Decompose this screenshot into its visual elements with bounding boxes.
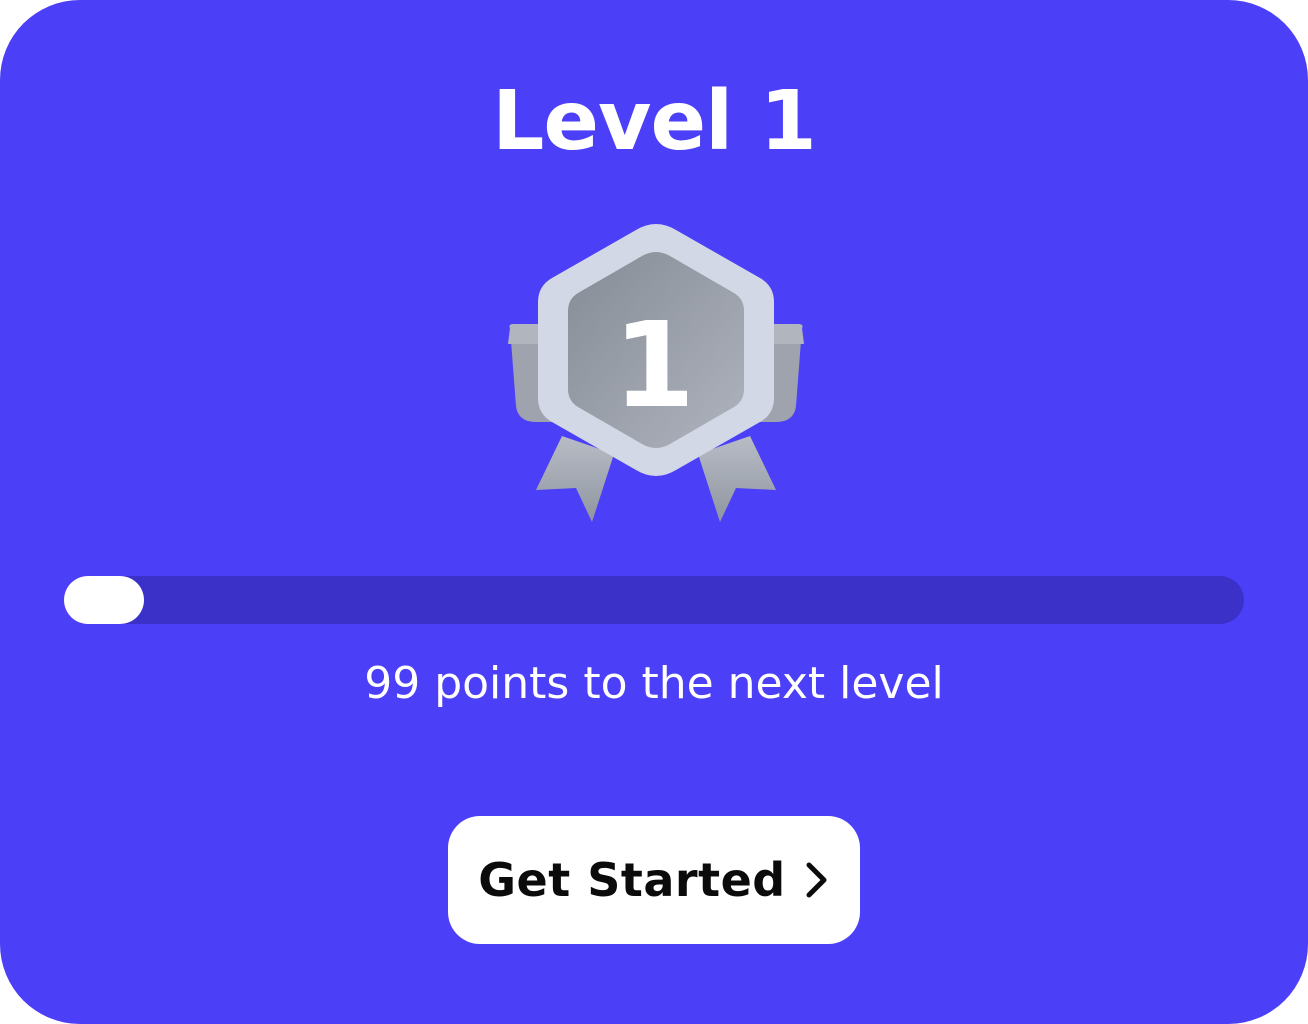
- level-progress-bar: [64, 576, 1244, 624]
- badge-number: 1: [613, 296, 695, 434]
- level-medal-icon: 1: [496, 216, 816, 532]
- get-started-label: Get Started: [478, 853, 786, 907]
- level-card: Level 1 1 99 points to the next level Ge…: [0, 0, 1308, 1024]
- level-progress-fill: [64, 576, 144, 624]
- points-to-next-level: 99 points to the next level: [364, 658, 944, 709]
- get-started-button[interactable]: Get Started: [448, 816, 860, 944]
- level-title: Level 1: [492, 74, 817, 169]
- chevron-right-icon: [804, 860, 830, 900]
